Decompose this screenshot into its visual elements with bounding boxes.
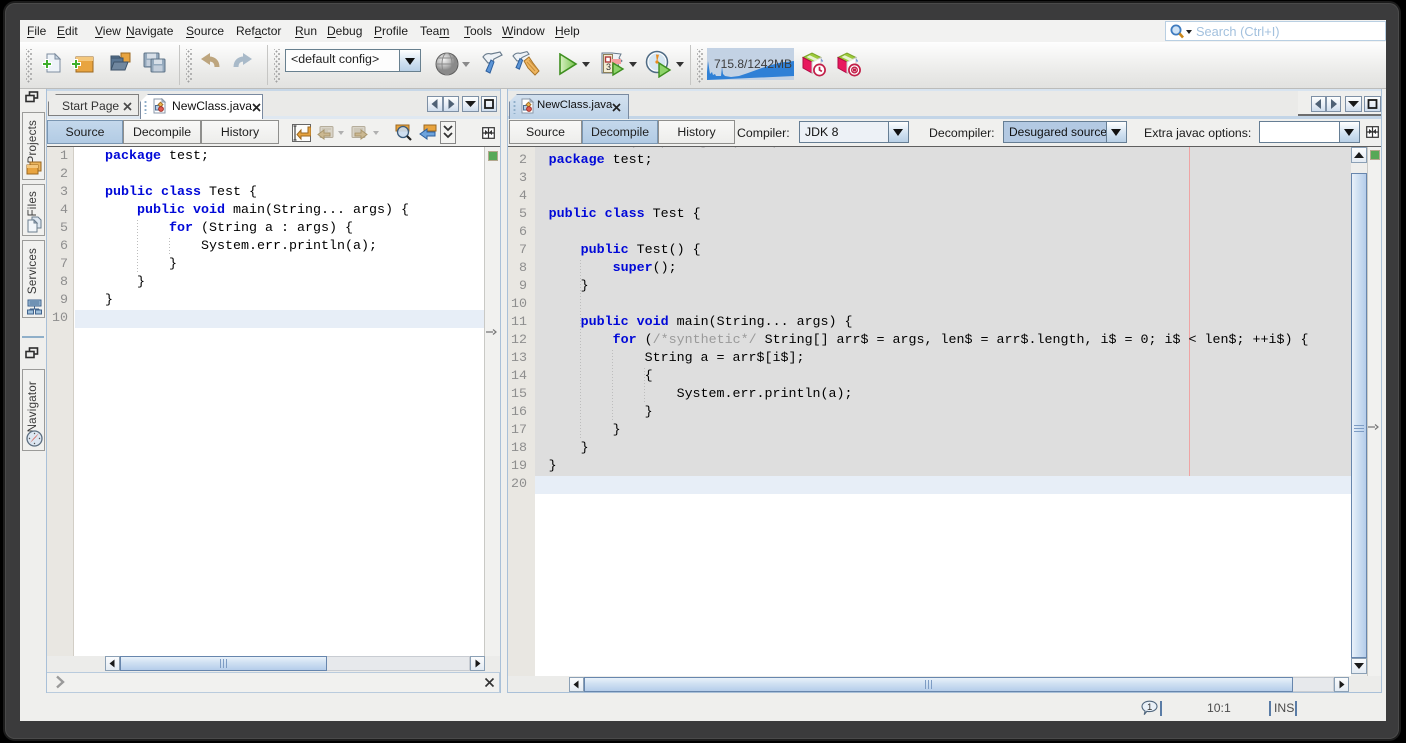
svg-text:3: 3 (606, 62, 611, 72)
svg-text:1: 1 (1147, 702, 1152, 713)
